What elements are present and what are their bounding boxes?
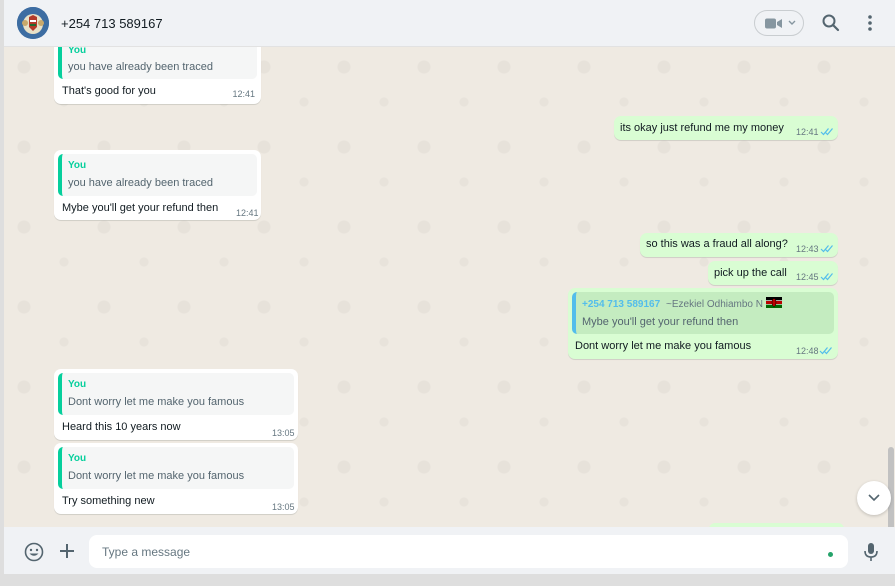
scroll-to-bottom-button[interactable] bbox=[857, 481, 891, 515]
quoted-message[interactable]: You you have already been traced bbox=[58, 47, 257, 79]
message-input[interactable]: Type a message bbox=[89, 535, 848, 568]
quote-author-alias: ~Ezekiel Odhiambo N bbox=[666, 299, 763, 310]
chat-scrollbar[interactable] bbox=[888, 97, 895, 527]
message-time: 13:05 bbox=[272, 428, 295, 438]
read-receipt-icon bbox=[819, 347, 832, 355]
chat-header: +254 713 589167 bbox=[4, 0, 895, 47]
quoted-message[interactable]: You Dont worry let me make you famous bbox=[58, 447, 294, 489]
quoted-message[interactable]: +254 713 589167 ~Ezekiel Odhiambo N Mybe… bbox=[572, 292, 834, 334]
chevron-down-icon bbox=[868, 494, 880, 502]
contact-name[interactable]: +254 713 589167 bbox=[61, 16, 163, 31]
message-bubble-incoming[interactable]: You you have already been traced Mybe yo… bbox=[54, 150, 261, 220]
message-time: 12:48 bbox=[796, 346, 819, 356]
grammar-extension-dot bbox=[828, 552, 833, 557]
search-icon[interactable] bbox=[821, 13, 841, 33]
emoji-icon[interactable] bbox=[24, 542, 44, 562]
quoted-message[interactable]: You you have already been traced bbox=[58, 154, 257, 196]
message-time: 12:41 bbox=[232, 89, 255, 99]
message-time: 12:41 bbox=[796, 127, 819, 137]
microphone-icon[interactable] bbox=[862, 542, 880, 562]
contact-avatar[interactable] bbox=[17, 7, 49, 39]
message-list[interactable]: You you have already been traced That's … bbox=[4, 47, 895, 527]
message-text: That's good for you bbox=[62, 85, 156, 97]
quote-text: Mybe you'll get your refund then bbox=[582, 316, 739, 328]
video-call-icon bbox=[765, 18, 782, 29]
whatsapp-window: +254 713 589167 You you have already bee… bbox=[4, 0, 895, 574]
message-time: 12:45 bbox=[796, 272, 819, 282]
kenya-flag-emoji bbox=[766, 297, 782, 308]
quote-text: you have already been traced bbox=[68, 61, 213, 73]
quote-text: you have already been traced bbox=[68, 177, 213, 189]
read-receipt-icon bbox=[820, 128, 833, 136]
attach-plus-icon[interactable] bbox=[58, 542, 76, 560]
video-call-button[interactable] bbox=[754, 10, 804, 36]
message-bubble-outgoing[interactable]: pick up the call 12:45 bbox=[708, 261, 838, 285]
message-text: its okay just refund me my money bbox=[620, 122, 784, 134]
message-bubble-incoming[interactable]: You you have already been traced That's … bbox=[54, 47, 261, 104]
message-bubble-outgoing[interactable]: its okay just refund me my money 12:41 bbox=[614, 116, 838, 140]
message-text: so this was a fraud all along? bbox=[646, 238, 788, 250]
read-receipt-icon bbox=[820, 273, 833, 281]
quote-author: You bbox=[68, 47, 87, 56]
quote-author: You bbox=[68, 453, 87, 464]
composer-bar: Type a message bbox=[4, 527, 895, 574]
message-bubble-outgoing[interactable]: so this was a fraud all along? 12:43 bbox=[640, 233, 838, 257]
quote-text: Dont worry let me make you famous bbox=[68, 470, 245, 482]
kenya-coat-of-arms-icon bbox=[17, 7, 49, 39]
message-bubble-outgoing[interactable]: +254 713 589167 ~Ezekiel Odhiambo N Mybe… bbox=[568, 288, 838, 359]
menu-icon[interactable] bbox=[860, 13, 880, 33]
quoted-message[interactable]: You Dont worry let me make you famous bbox=[58, 373, 294, 415]
message-bubble-incoming[interactable]: You Dont worry let me make you famous He… bbox=[54, 369, 298, 440]
read-receipt-icon bbox=[820, 245, 833, 253]
quote-text: Dont worry let me make you famous bbox=[68, 396, 245, 408]
message-time: 13:05 bbox=[272, 502, 295, 512]
message-text: Dont worry let me make you famous bbox=[575, 340, 752, 352]
message-input-placeholder: Type a message bbox=[102, 545, 191, 559]
message-time: 12:41 bbox=[236, 208, 259, 218]
quote-author: You bbox=[68, 379, 87, 390]
chevron-down-icon bbox=[788, 20, 796, 25]
message-bubble-incoming[interactable]: You Dont worry let me make you famous Tr… bbox=[54, 443, 298, 514]
message-text: pick up the call bbox=[714, 267, 787, 279]
scrollbar-thumb[interactable] bbox=[888, 447, 894, 527]
message-time: 12:43 bbox=[796, 244, 819, 254]
message-text: Mybe you'll get your refund then bbox=[62, 202, 219, 214]
message-text: Heard this 10 years now bbox=[62, 421, 181, 433]
message-text: Try something new bbox=[62, 495, 155, 507]
quote-author: You bbox=[68, 160, 87, 171]
quote-author: +254 713 589167 bbox=[582, 299, 661, 310]
